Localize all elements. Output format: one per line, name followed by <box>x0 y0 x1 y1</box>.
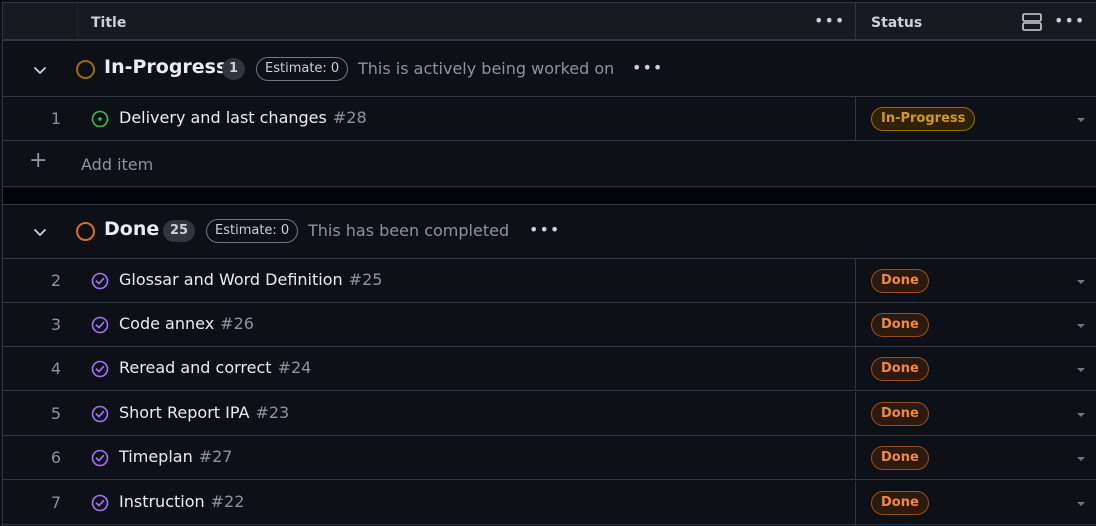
issue-number: #23 <box>255 403 290 422</box>
group-menu-icon[interactable]: ••• <box>632 60 663 76</box>
project-table: Title ••• Status ••• In-Progress 1 Estim… <box>2 2 1096 526</box>
caret-down-icon[interactable] <box>1076 412 1086 418</box>
group-description: This has been completed <box>308 221 510 240</box>
group-menu-icon[interactable]: ••• <box>529 222 560 238</box>
estimate-badge: Estimate: 0 <box>206 219 299 243</box>
row-number: 5 <box>50 404 61 423</box>
column-divider <box>855 481 856 525</box>
title-column-header[interactable]: Title <box>91 15 126 31</box>
row-number: 3 <box>50 315 61 334</box>
title-column-menu-icon[interactable]: ••• <box>814 13 845 29</box>
estimate-badge: Estimate: 0 <box>256 57 349 81</box>
table-row[interactable]: 2 Glossar and Word Definition #25 Done <box>3 259 1096 303</box>
chevron-down-icon[interactable] <box>32 224 48 240</box>
group-name: Done <box>104 218 160 240</box>
item-title[interactable]: Code annex #26 <box>119 314 254 333</box>
table-row[interactable]: 5 Short Report IPA #23 Done <box>3 392 1096 436</box>
item-title[interactable]: Timeplan #27 <box>119 447 232 466</box>
status-column-menu-icon[interactable]: ••• <box>1054 13 1085 29</box>
group-description: This is actively being worked on <box>358 59 615 78</box>
issue-number: #27 <box>198 447 233 466</box>
table-row[interactable]: 7 Instruction #22 Done <box>3 481 1096 525</box>
table-row[interactable]: 6 Timeplan #27 Done <box>3 436 1096 480</box>
row-number: 4 <box>50 359 61 378</box>
group-spacer <box>3 188 1096 205</box>
status-column-header[interactable]: Status <box>871 15 922 31</box>
row-number: 1 <box>50 109 61 128</box>
add-item-row[interactable]: + Add item <box>3 141 1096 187</box>
column-divider <box>855 97 856 141</box>
item-title[interactable]: Delivery and last changes #28 <box>119 108 367 127</box>
issue-closed-icon <box>91 272 109 290</box>
issue-closed-icon <box>91 360 109 378</box>
issue-number: #22 <box>210 492 245 511</box>
column-divider <box>855 303 856 347</box>
caret-down-icon[interactable] <box>1076 367 1086 373</box>
issue-number: #25 <box>348 270 383 289</box>
row-number: 2 <box>50 271 61 290</box>
column-divider <box>855 392 856 436</box>
item-title[interactable]: Glossar and Word Definition #25 <box>119 270 382 289</box>
item-title[interactable]: Reread and correct #24 <box>119 358 311 377</box>
column-divider <box>855 347 856 391</box>
group-header-done: Done 25 Estimate: 0 This has been comple… <box>3 205 1096 259</box>
status-color-circle-icon <box>76 222 95 241</box>
row-number: 6 <box>50 448 61 467</box>
plus-icon[interactable]: + <box>29 150 47 172</box>
group-header-in-progress: In-Progress 1 Estimate: 0 This is active… <box>3 43 1096 97</box>
column-separator <box>77 3 78 41</box>
table-row[interactable]: 4 Reread and correct #24 Done <box>3 347 1096 391</box>
table-header: Title ••• Status ••• <box>3 3 1096 41</box>
table-row[interactable]: 1 Delivery and last changes #28 In-Progre… <box>3 97 1096 141</box>
caret-down-icon[interactable] <box>1076 279 1086 285</box>
rows-layout-icon[interactable] <box>1022 13 1042 31</box>
caret-down-icon[interactable] <box>1076 323 1086 329</box>
caret-down-icon[interactable] <box>1076 117 1086 123</box>
column-divider <box>855 259 856 303</box>
status-badge[interactable]: In-Progress <box>871 107 976 131</box>
issue-closed-icon <box>91 316 109 334</box>
status-badge[interactable]: Done <box>871 446 929 470</box>
status-color-circle-icon <box>76 60 95 79</box>
group-name: In-Progress <box>104 56 228 78</box>
add-item-button[interactable]: Add item <box>81 155 153 174</box>
table-row[interactable]: 3 Code annex #26 Done <box>3 303 1096 347</box>
item-title[interactable]: Short Report IPA #23 <box>119 403 289 422</box>
group-count-badge: 1 <box>222 58 246 80</box>
status-badge[interactable]: Done <box>871 357 929 381</box>
item-title[interactable]: Instruction #22 <box>119 492 244 511</box>
issue-open-icon <box>91 110 109 128</box>
issue-closed-icon <box>91 449 109 467</box>
status-badge[interactable]: Done <box>871 402 929 426</box>
caret-down-icon[interactable] <box>1076 501 1086 507</box>
issue-closed-icon <box>91 494 109 512</box>
status-badge[interactable]: Done <box>871 313 929 337</box>
chevron-down-icon[interactable] <box>32 62 48 78</box>
caret-down-icon[interactable] <box>1076 456 1086 462</box>
row-number: 7 <box>50 493 61 512</box>
column-divider <box>855 436 856 480</box>
issue-number: #28 <box>332 108 367 127</box>
issue-number: #24 <box>277 358 312 377</box>
status-badge[interactable]: Done <box>871 491 929 515</box>
issue-closed-icon <box>91 405 109 423</box>
issue-number: #26 <box>220 314 254 333</box>
column-divider[interactable] <box>855 3 856 41</box>
group-count-badge: 25 <box>163 220 196 242</box>
status-badge[interactable]: Done <box>871 269 929 293</box>
